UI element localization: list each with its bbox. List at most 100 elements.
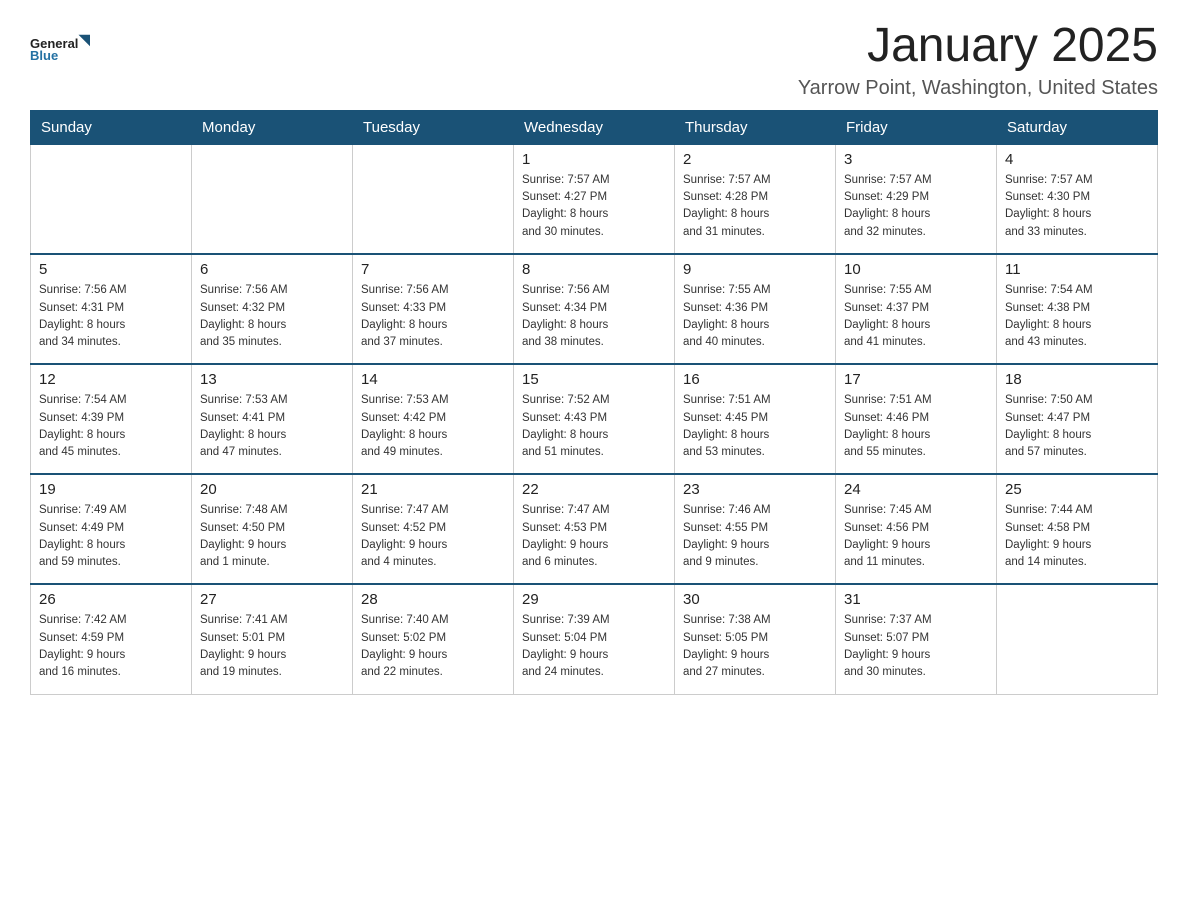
weekday-header-tuesday: Tuesday — [353, 110, 514, 144]
day-info: Sunrise: 7:49 AMSunset: 4:49 PMDaylight:… — [39, 502, 183, 571]
day-number: 6 — [200, 261, 344, 278]
calendar-cell: 14Sunrise: 7:53 AMSunset: 4:42 PMDayligh… — [353, 364, 514, 474]
day-number: 8 — [522, 261, 666, 278]
calendar-subtitle: Yarrow Point, Washington, United States — [798, 77, 1158, 100]
day-info: Sunrise: 7:45 AMSunset: 4:56 PMDaylight:… — [844, 502, 988, 571]
day-info: Sunrise: 7:55 AMSunset: 4:37 PMDaylight:… — [844, 282, 988, 351]
title-section: January 2025 Yarrow Point, Washington, U… — [798, 20, 1158, 100]
day-number: 21 — [361, 481, 505, 498]
day-info: Sunrise: 7:54 AMSunset: 4:38 PMDaylight:… — [1005, 282, 1149, 351]
weekday-header-sunday: Sunday — [31, 110, 192, 144]
weekday-header-saturday: Saturday — [997, 110, 1158, 144]
day-number: 13 — [200, 371, 344, 388]
calendar-cell: 12Sunrise: 7:54 AMSunset: 4:39 PMDayligh… — [31, 364, 192, 474]
calendar-cell: 16 Sunrise: 7:51 AMSunset: 4:45 PMDayligh… — [675, 364, 836, 474]
calendar-cell: 7 Sunrise: 7:56 AMSunset: 4:33 PMDaylight… — [353, 254, 514, 364]
header: General Blue January 2025 Yarrow Point, … — [30, 20, 1158, 100]
day-number: 16 — [683, 371, 827, 388]
calendar-cell — [353, 144, 514, 254]
day-info: Sunrise: 7:52 AMSunset: 4:43 PMDaylight:… — [522, 392, 666, 461]
calendar-cell: 27 Sunrise: 7:41 AMSunset: 5:01 PMDayligh… — [192, 584, 353, 694]
day-number: 9 — [683, 261, 827, 278]
calendar-cell: 20Sunrise: 7:48 AMSunset: 4:50 PMDayligh… — [192, 474, 353, 584]
calendar-cell: 3 Sunrise: 7:57 AMSunset: 4:29 PMDaylight… — [836, 144, 997, 254]
calendar-cell: 15 Sunrise: 7:52 AMSunset: 4:43 PMDayligh… — [514, 364, 675, 474]
calendar-cell: 23 Sunrise: 7:46 AMSunset: 4:55 PMDayligh… — [675, 474, 836, 584]
svg-text:Blue: Blue — [30, 48, 58, 63]
day-info: Sunrise: 7:38 AMSunset: 5:05 PMDaylight:… — [683, 612, 827, 681]
day-number: 31 — [844, 591, 988, 608]
calendar-cell: 21 Sunrise: 7:47 AMSunset: 4:52 PMDayligh… — [353, 474, 514, 584]
day-number: 23 — [683, 481, 827, 498]
week-row-3: 12Sunrise: 7:54 AMSunset: 4:39 PMDayligh… — [31, 364, 1158, 474]
day-info: Sunrise: 7:53 AMSunset: 4:41 PMDaylight:… — [200, 392, 344, 461]
weekday-header-friday: Friday — [836, 110, 997, 144]
week-row-4: 19 Sunrise: 7:49 AMSunset: 4:49 PMDayligh… — [31, 474, 1158, 584]
day-info: Sunrise: 7:42 AMSunset: 4:59 PMDaylight:… — [39, 612, 183, 681]
day-number: 18 — [1005, 371, 1149, 388]
calendar-cell: 11 Sunrise: 7:54 AMSunset: 4:38 PMDayligh… — [997, 254, 1158, 364]
day-number: 27 — [200, 591, 344, 608]
day-info: Sunrise: 7:56 AMSunset: 4:34 PMDaylight:… — [522, 282, 666, 351]
day-info: Sunrise: 7:55 AMSunset: 4:36 PMDaylight:… — [683, 282, 827, 351]
day-info: Sunrise: 7:56 AMSunset: 4:32 PMDaylight:… — [200, 282, 344, 351]
calendar-cell: 26 Sunrise: 7:42 AMSunset: 4:59 PMDayligh… — [31, 584, 192, 694]
calendar-cell: 29Sunrise: 7:39 AMSunset: 5:04 PMDayligh… — [514, 584, 675, 694]
day-info: Sunrise: 7:41 AMSunset: 5:01 PMDaylight:… — [200, 612, 344, 681]
day-info: Sunrise: 7:56 AMSunset: 4:31 PMDaylight:… — [39, 282, 183, 351]
day-number: 25 — [1005, 481, 1149, 498]
day-number: 10 — [844, 261, 988, 278]
day-number: 4 — [1005, 151, 1149, 168]
logo-icon: General Blue — [30, 20, 90, 75]
day-number: 28 — [361, 591, 505, 608]
day-info: Sunrise: 7:57 AMSunset: 4:30 PMDaylight:… — [1005, 172, 1149, 241]
day-info: Sunrise: 7:51 AMSunset: 4:45 PMDaylight:… — [683, 392, 827, 461]
calendar-cell: 5Sunrise: 7:56 AMSunset: 4:31 PMDaylight… — [31, 254, 192, 364]
calendar-cell: 24Sunrise: 7:45 AMSunset: 4:56 PMDayligh… — [836, 474, 997, 584]
day-info: Sunrise: 7:57 AMSunset: 4:28 PMDaylight:… — [683, 172, 827, 241]
day-info: Sunrise: 7:57 AMSunset: 4:29 PMDaylight:… — [844, 172, 988, 241]
day-number: 1 — [522, 151, 666, 168]
logo: General Blue — [30, 20, 90, 75]
day-info: Sunrise: 7:40 AMSunset: 5:02 PMDaylight:… — [361, 612, 505, 681]
week-row-5: 26 Sunrise: 7:42 AMSunset: 4:59 PMDayligh… — [31, 584, 1158, 694]
calendar-cell: 22 Sunrise: 7:47 AMSunset: 4:53 PMDayligh… — [514, 474, 675, 584]
calendar-cell: 19 Sunrise: 7:49 AMSunset: 4:49 PMDayligh… — [31, 474, 192, 584]
calendar-cell: 9 Sunrise: 7:55 AMSunset: 4:36 PMDaylight… — [675, 254, 836, 364]
calendar-cell: 18 Sunrise: 7:50 AMSunset: 4:47 PMDayligh… — [997, 364, 1158, 474]
calendar-table: SundayMondayTuesdayWednesdayThursdayFrid… — [30, 110, 1158, 695]
day-number: 26 — [39, 591, 183, 608]
week-row-1: 1Sunrise: 7:57 AMSunset: 4:27 PMDaylight… — [31, 144, 1158, 254]
day-number: 11 — [1005, 261, 1149, 278]
day-number: 19 — [39, 481, 183, 498]
day-number: 12 — [39, 371, 183, 388]
calendar-cell — [192, 144, 353, 254]
calendar-cell: 4 Sunrise: 7:57 AMSunset: 4:30 PMDaylight… — [997, 144, 1158, 254]
weekday-header-monday: Monday — [192, 110, 353, 144]
weekday-header-thursday: Thursday — [675, 110, 836, 144]
day-info: Sunrise: 7:56 AMSunset: 4:33 PMDaylight:… — [361, 282, 505, 351]
day-number: 29 — [522, 591, 666, 608]
calendar-cell: 1Sunrise: 7:57 AMSunset: 4:27 PMDaylight… — [514, 144, 675, 254]
day-info: Sunrise: 7:37 AMSunset: 5:07 PMDaylight:… — [844, 612, 988, 681]
calendar-cell: 28 Sunrise: 7:40 AMSunset: 5:02 PMDayligh… — [353, 584, 514, 694]
day-info: Sunrise: 7:51 AMSunset: 4:46 PMDaylight:… — [844, 392, 988, 461]
calendar-cell: 2Sunrise: 7:57 AMSunset: 4:28 PMDaylight… — [675, 144, 836, 254]
day-number: 3 — [844, 151, 988, 168]
day-info: Sunrise: 7:44 AMSunset: 4:58 PMDaylight:… — [1005, 502, 1149, 571]
calendar-cell — [997, 584, 1158, 694]
day-info: Sunrise: 7:47 AMSunset: 4:53 PMDaylight:… — [522, 502, 666, 571]
calendar-cell: 25 Sunrise: 7:44 AMSunset: 4:58 PMDayligh… — [997, 474, 1158, 584]
day-info: Sunrise: 7:50 AMSunset: 4:47 PMDaylight:… — [1005, 392, 1149, 461]
calendar-cell: 31 Sunrise: 7:37 AMSunset: 5:07 PMDayligh… — [836, 584, 997, 694]
day-number: 15 — [522, 371, 666, 388]
week-row-2: 5Sunrise: 7:56 AMSunset: 4:31 PMDaylight… — [31, 254, 1158, 364]
calendar-cell: 30Sunrise: 7:38 AMSunset: 5:05 PMDayligh… — [675, 584, 836, 694]
day-info: Sunrise: 7:53 AMSunset: 4:42 PMDaylight:… — [361, 392, 505, 461]
day-info: Sunrise: 7:47 AMSunset: 4:52 PMDaylight:… — [361, 502, 505, 571]
day-info: Sunrise: 7:46 AMSunset: 4:55 PMDaylight:… — [683, 502, 827, 571]
calendar-cell: 10 Sunrise: 7:55 AMSunset: 4:37 PMDayligh… — [836, 254, 997, 364]
day-number: 7 — [361, 261, 505, 278]
day-number: 22 — [522, 481, 666, 498]
day-number: 17 — [844, 371, 988, 388]
